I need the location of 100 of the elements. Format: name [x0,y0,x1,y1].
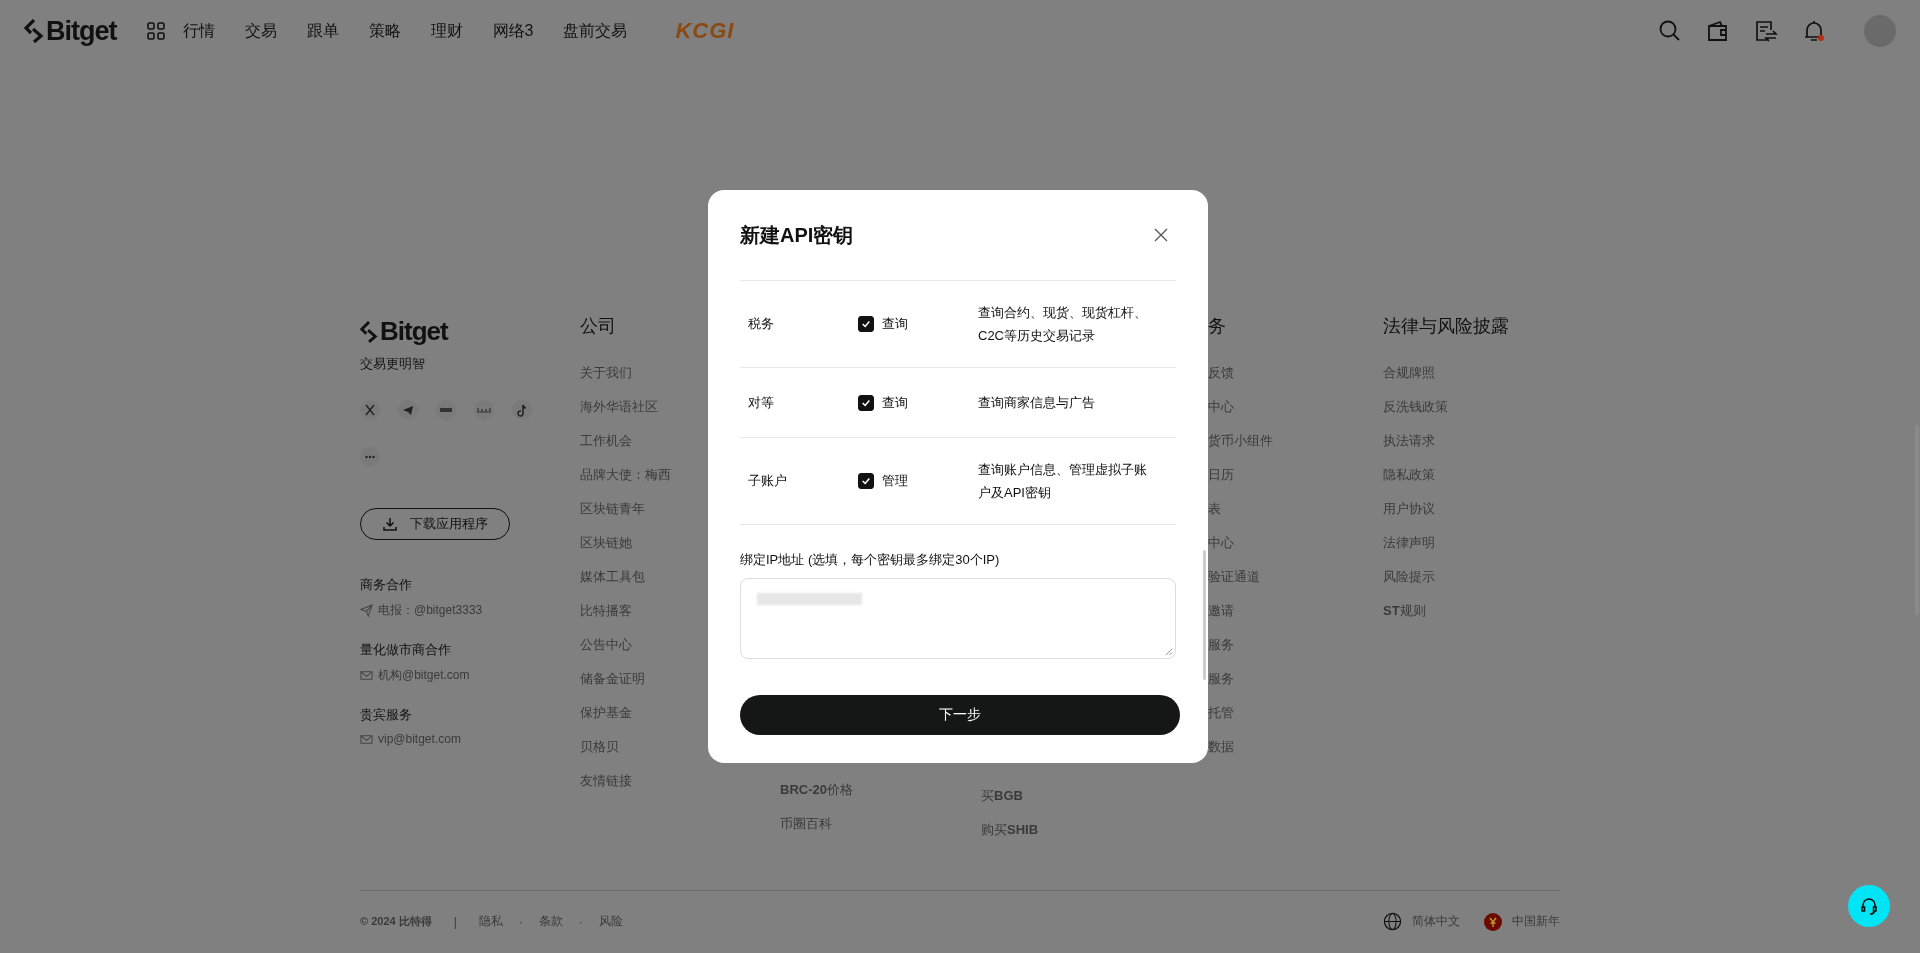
permission-name: 对等 [748,393,775,412]
footer-link[interactable]: 保护基金 [580,705,632,720]
music-note-social-icon[interactable] [512,400,532,420]
footer-link[interactable]: 购买SHIB [981,822,1039,837]
footer-link[interactable]: 隐私 [478,913,503,930]
nav-link[interactable]: 网络3 [492,20,534,42]
permission-checkbox[interactable] [858,316,874,332]
logo-mark-icon [360,320,378,343]
customer-support-button[interactable] [1848,885,1890,927]
footer-link[interactable]: 风险提示 [1383,569,1435,584]
footer-link[interactable]: 法律声明 [1383,535,1435,550]
ip-address-label: 绑定IP地址 (选填，每个密钥最多绑定30个IP) [740,551,1001,569]
footer-link[interactable]: 公告中心 [580,637,632,652]
nav-link[interactable]: 行情 [182,20,215,42]
contact-detail[interactable]: vip@bitget.com [378,732,461,746]
permission-checkbox[interactable] [858,473,874,489]
footer-link[interactable]: 合规牌照 [1383,365,1435,380]
nav-link[interactable]: 跟单 [306,20,339,42]
footer-column-heading: 公司 [580,316,616,336]
notification-bell-icon[interactable] [1802,19,1826,43]
headset-icon [1859,896,1879,916]
footer-link[interactable]: 区块链青年 [580,501,645,516]
permission-option: 查询 [882,393,908,412]
footer-link[interactable]: 条款 [538,913,563,930]
contact-detail[interactable]: 电报：@bitget3333 [378,602,483,619]
footer-link[interactable]: 货币小组件 [1208,433,1273,448]
bitget-logo[interactable]: Bitget [24,15,117,47]
ip-address-field[interactable] [740,578,1176,659]
footer-link[interactable]: 比特播客 [580,603,632,618]
separator-text: | [453,914,457,929]
more-icon[interactable] [360,447,380,467]
footer-link[interactable]: 工作机会 [580,433,632,448]
footer-link[interactable]: 海外华语社区 [580,399,658,414]
footer-link[interactable]: 买BGB [981,788,1023,803]
check-icon [861,319,871,329]
footer-link[interactable]: 中心 [1208,399,1234,414]
resize-handle-icon[interactable] [1164,647,1173,656]
yen-coin-icon [1484,912,1502,931]
footer-link[interactable]: BRC-20价格 [780,782,853,797]
permission-checkbox[interactable] [858,394,874,411]
check-icon [861,397,871,408]
footer-link[interactable]: ST规则 [1383,603,1426,618]
permission-description: 查询合约、现货、现货杠杆、C2C等历史交易记录 [978,304,1148,345]
footer-link[interactable]: 风险 [598,913,623,930]
next-step-button[interactable]: 下一步 [740,695,1180,735]
footer-column-heading: 务 [1208,316,1226,336]
separator-text: · [518,914,523,929]
footer-link[interactable]: 用户协议 [1383,501,1435,516]
footer-link[interactable]: 友情链接 [580,773,632,788]
footer-link[interactable]: 中心 [1208,535,1234,550]
nav-link[interactable]: 理财 [430,20,463,42]
logo-mark-icon [24,19,44,43]
footer-link[interactable]: 邀请 [1208,603,1234,618]
footer-link[interactable]: 执法请求 [1383,433,1435,448]
bitget-logo[interactable]: Bitget [360,316,580,347]
footer-link[interactable]: 品牌大使：梅西 [580,467,671,482]
download-icon [382,516,398,532]
promo-link[interactable]: KCGI [675,18,735,44]
permission-description: 查询商家信息与广告 [978,394,1096,412]
nav-link[interactable]: 盘前交易 [563,20,628,42]
footer-link[interactable]: 托管 [1208,705,1234,720]
footer-link[interactable]: 币圈百科 [780,816,832,831]
wallet-icon[interactable] [1706,19,1730,43]
footer-column-heading: 法律与风险披露 [1383,316,1509,336]
scrollbar-thumb[interactable] [1203,550,1206,680]
globe-icon [1383,912,1402,931]
copyright-text: © 2024 比特得 [360,914,432,929]
contact-detail[interactable]: 机构@bitget.com [378,667,470,684]
permission-name: 税务 [748,315,775,333]
footer-link[interactable]: 储备金证明 [580,671,645,686]
footer-link[interactable]: 数据 [1208,739,1234,754]
apps-grid-icon[interactable] [146,22,165,40]
x-social-icon[interactable] [360,400,380,420]
logo-text: Bitget [46,15,117,47]
dialog-title: 新建API密钥 [740,222,854,248]
footer-link[interactable]: 反馈 [1208,365,1234,380]
language-selector[interactable]: 简体中文 [1412,913,1460,930]
paper-plane-social-icon[interactable] [398,400,418,420]
mail-icon [360,732,373,746]
footer-link[interactable]: 表 [1208,501,1221,516]
separator-text: · [578,914,583,929]
footer-link[interactable]: 服务 [1208,671,1234,686]
close-icon[interactable] [1154,228,1168,242]
footer-link[interactable]: 隐私政策 [1383,467,1435,482]
footer-link[interactable]: 贝格贝 [580,739,619,754]
footer-link[interactable]: 关于我们 [580,365,632,380]
permission-description: 查询账户信息、管理虚拟子账户及API密钥 [978,461,1148,502]
paper-plane-icon [360,604,373,617]
footer-link[interactable]: 区块链她 [580,535,632,550]
footer-link[interactable]: 反洗钱政策 [1383,399,1448,414]
check-icon [861,476,871,486]
footer-link[interactable]: 服务 [1208,637,1234,652]
footer-link[interactable]: 日历 [1208,467,1234,482]
search-icon[interactable] [1658,19,1682,43]
footer-link[interactable]: 验证通道 [1208,569,1260,584]
nav-link[interactable]: 策略 [368,20,401,42]
orders-icon[interactable] [1754,19,1778,43]
nav-link[interactable]: 交易 [244,20,277,42]
region-selector[interactable]: 中国新年 [1512,913,1560,930]
footer-link[interactable]: 媒体工具包 [580,569,645,584]
